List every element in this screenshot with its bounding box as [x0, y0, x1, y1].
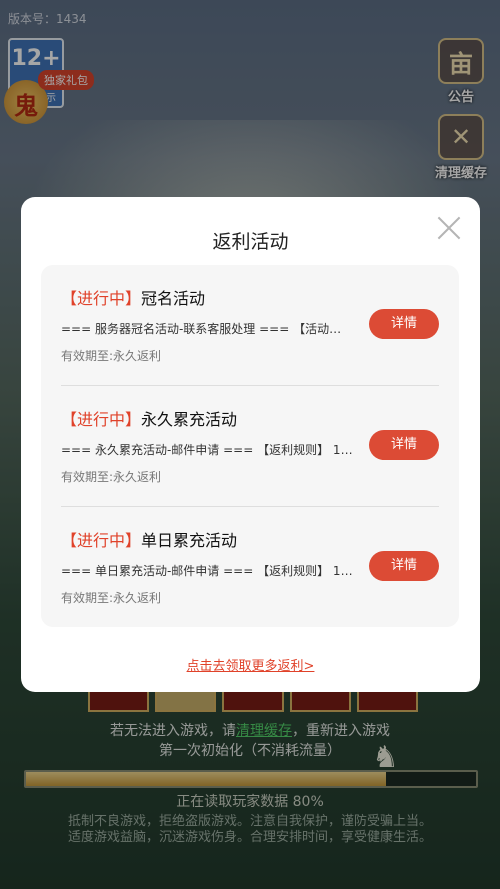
close-icon[interactable]	[436, 215, 462, 241]
detail-button[interactable]: 详情	[369, 430, 439, 460]
activity-item: 【进行中】永久累充活动 === 永久累充活动-邮件申请 === 【返利规则】 1…	[61, 386, 439, 506]
activity-title: 【进行中】永久累充活动	[61, 406, 237, 430]
activity-description: === 服务器冠名活动-联系客服处理 === 【活动规则...	[61, 322, 353, 336]
activity-description: === 单日累充活动-邮件申请 === 【返利规则】 1. 返...	[61, 564, 353, 578]
activity-validity: 有效期至:永久返利	[61, 591, 162, 605]
activity-name: 冠名活动	[141, 289, 206, 308]
activity-list: 【进行中】冠名活动 === 服务器冠名活动-联系客服处理 === 【活动规则..…	[41, 265, 459, 627]
activity-status: 【进行中】	[61, 410, 142, 429]
activity-validity: 有效期至:永久返利	[61, 349, 162, 363]
detail-button[interactable]: 详情	[369, 309, 439, 339]
more-rebates-link[interactable]: 点击去领取更多返利>	[21, 655, 480, 674]
detail-button[interactable]: 详情	[369, 551, 439, 581]
activity-title: 【进行中】单日累充活动	[61, 527, 237, 551]
modal-title: 返利活动	[212, 231, 289, 253]
activity-item: 【进行中】冠名活动 === 服务器冠名活动-联系客服处理 === 【活动规则..…	[61, 265, 439, 385]
activity-status: 【进行中】	[61, 289, 142, 308]
activity-item: 【进行中】单日累充活动 === 单日累充活动-邮件申请 === 【返利规则】 1…	[61, 507, 439, 627]
activity-name: 永久累充活动	[141, 410, 238, 429]
activity-name: 单日累充活动	[141, 531, 238, 550]
activity-description: === 永久累充活动-邮件申请 === 【返利规则】 1. 累...	[61, 443, 353, 457]
activity-status: 【进行中】	[61, 531, 142, 550]
activity-title: 【进行中】冠名活动	[61, 285, 205, 309]
activity-validity: 有效期至:永久返利	[61, 470, 162, 484]
rebate-modal: 返利活动 【进行中】冠名活动 === 服务器冠名活动-联系客服处理 === 【活…	[21, 197, 480, 692]
